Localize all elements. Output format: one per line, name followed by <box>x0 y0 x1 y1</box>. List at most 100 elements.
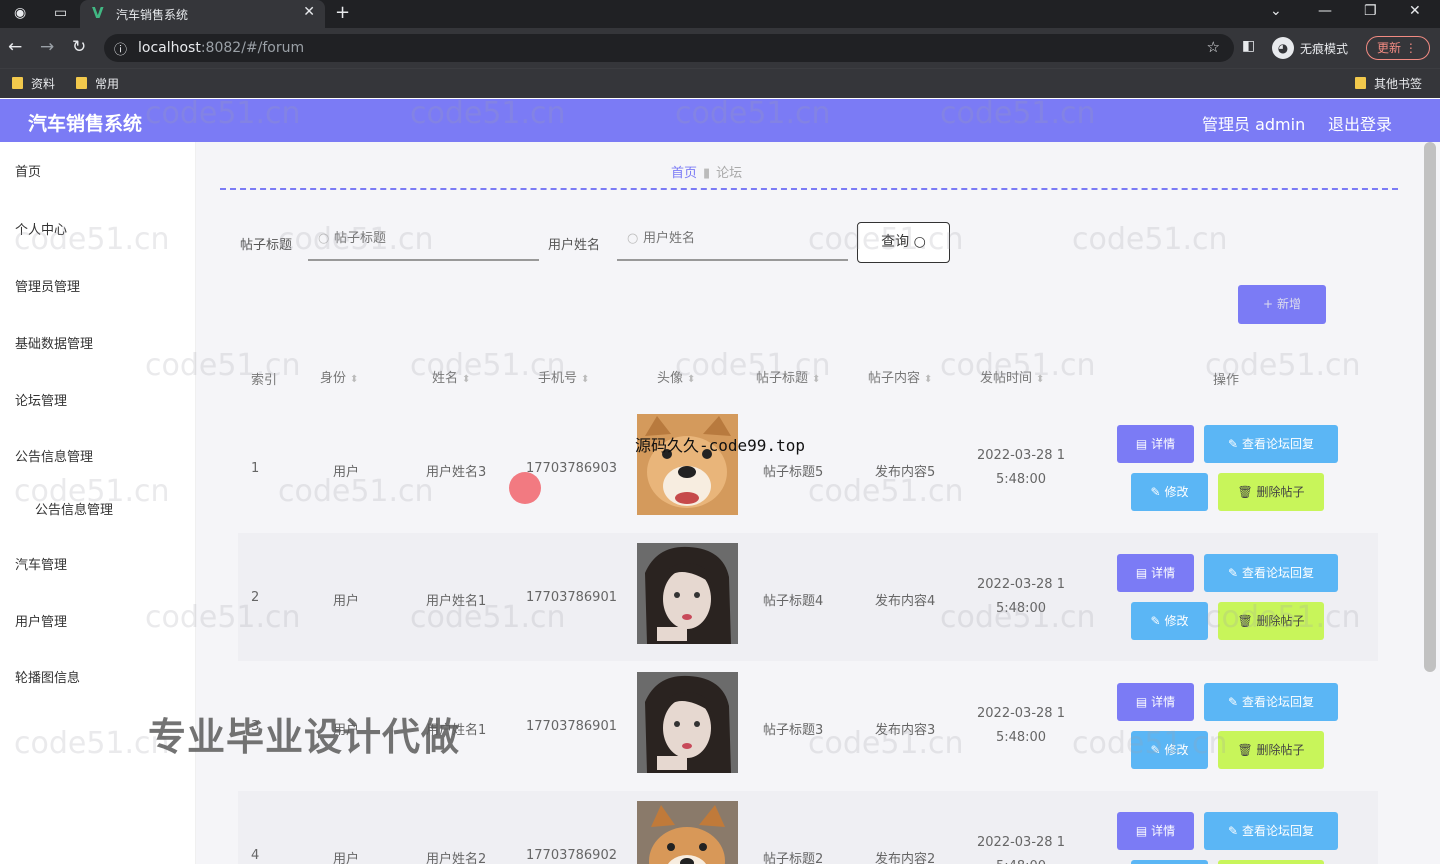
url-text[interactable]: localhost:8082/#/forum <box>138 40 304 56</box>
sort-icon[interactable]: ⬍ <box>812 374 820 385</box>
bookmark-folder[interactable]: 资料 <box>12 75 55 92</box>
side-panel-icon[interactable]: ◧ <box>1242 38 1255 54</box>
sort-icon[interactable]: ⬍ <box>1036 374 1044 385</box>
tab-close-icon[interactable]: ✕ <box>303 4 315 20</box>
tab-search-icon[interactable]: ▭ <box>54 5 67 21</box>
column-header-content[interactable]: 帖子内容 ⬍ <box>868 367 932 386</box>
sort-icon[interactable]: ⬍ <box>581 374 589 385</box>
sidebar-item-basic-data[interactable]: 基础数据管理 <box>15 333 93 352</box>
cell-role: 用户 <box>333 594 360 609</box>
cell-phone: 17703786902 <box>526 848 617 863</box>
table-row: 4 用户 用户姓名2 17703786902 帖子标题2 发布内容2 2022-… <box>238 791 1378 864</box>
delete-button[interactable]: 🗑 删除帖子 <box>1218 860 1324 864</box>
add-button[interactable]: + 新增 <box>1238 285 1326 324</box>
cell-time: 2022-03-28 15:48:00 <box>977 706 1065 745</box>
cell-title: 帖子标题5 <box>763 465 824 480</box>
breadcrumb-home[interactable]: 首页 <box>671 166 697 181</box>
cell-title: 帖子标题2 <box>763 852 824 864</box>
sort-icon[interactable]: ⬍ <box>924 374 932 385</box>
folder-icon <box>12 77 23 89</box>
window-close-icon[interactable]: ✕ <box>1409 3 1421 19</box>
scrollbar[interactable] <box>1424 142 1436 672</box>
view-replies-button[interactable]: ✎ 查看论坛回复 <box>1204 683 1338 721</box>
cell-role: 用户 <box>333 465 360 480</box>
view-replies-button[interactable]: ✎ 查看论坛回复 <box>1204 425 1338 463</box>
delete-button[interactable]: 🗑 删除帖子 <box>1218 473 1324 511</box>
document-icon: ▤ <box>1135 824 1148 838</box>
edit-button[interactable]: ✎ 修改 <box>1131 473 1208 511</box>
avatar <box>637 543 738 644</box>
detail-button[interactable]: ▤ 详情 <box>1117 812 1194 850</box>
forward-icon[interactable]: → <box>40 37 54 57</box>
back-icon[interactable]: ← <box>8 37 22 57</box>
update-button[interactable]: 更新 ⋮ <box>1366 36 1430 60</box>
other-bookmarks[interactable]: 其他书签 <box>1355 75 1422 92</box>
cell-name: 用户姓名1 <box>426 594 487 609</box>
divider <box>220 188 1398 190</box>
cell-phone: 17703786903 <box>526 461 617 476</box>
detail-button[interactable]: ▤ 详情 <box>1117 683 1194 721</box>
address-bar[interactable]: ⓘ localhost:8082/#/forum ☆ <box>104 34 1234 62</box>
query-button[interactable]: 查询 ○ <box>857 222 950 263</box>
title-filter-label: 帖子标题 <box>240 238 293 253</box>
delete-button[interactable]: 🗑 删除帖子 <box>1218 731 1324 769</box>
column-header-avatar[interactable]: 头像 ⬍ <box>657 367 695 386</box>
folder-icon <box>1355 77 1366 89</box>
column-header-name[interactable]: 姓名 ⬍ <box>432 367 470 386</box>
sidebar-item-carousel[interactable]: 轮播图信息 <box>15 667 80 686</box>
browser-menu-icon[interactable]: ◉ <box>14 5 26 21</box>
sidebar-item-home[interactable]: 首页 <box>15 161 41 180</box>
detail-button[interactable]: ▤ 详情 <box>1117 554 1194 592</box>
detail-button[interactable]: ▤ 详情 <box>1117 425 1194 463</box>
view-replies-button[interactable]: ✎ 查看论坛回复 <box>1204 812 1338 850</box>
restore-icon[interactable]: ❐ <box>1364 3 1377 19</box>
column-header-time[interactable]: 发帖时间 ⬍ <box>980 367 1044 386</box>
edit-icon: ✎ <box>1150 743 1161 757</box>
incognito-icon[interactable]: ◕ <box>1272 37 1294 59</box>
trash-icon: 🗑 <box>1237 743 1253 757</box>
cell-index: 4 <box>251 848 260 863</box>
logout-button[interactable]: 退出登录 <box>1328 111 1392 135</box>
cell-name: 用户姓名2 <box>426 852 487 864</box>
sort-icon[interactable]: ⬍ <box>687 374 695 385</box>
sidebar-item-users[interactable]: 用户管理 <box>15 611 67 630</box>
sort-icon[interactable]: ⬍ <box>350 374 358 385</box>
column-header-actions: 操作 <box>1213 373 1240 388</box>
name-search-input[interactable] <box>643 231 833 246</box>
cell-content: 发布内容4 <box>875 594 936 609</box>
app-header: 汽车销售系统 管理员 admin 退出登录 <box>0 99 1440 142</box>
table-row: 1 用户 用户姓名3 17703786903 帖子标题5 发布内容5 2022-… <box>238 404 1378 532</box>
column-header-phone[interactable]: 手机号 ⬍ <box>538 367 589 386</box>
sidebar-item-notices[interactable]: 公告信息管理 <box>15 446 93 465</box>
admin-label: 管理员 admin <box>1202 115 1306 134</box>
sidebar-item-forum[interactable]: 论坛管理 <box>15 390 67 409</box>
edit-button[interactable]: ✎ 修改 <box>1131 602 1208 640</box>
sidebar-subitem-notices[interactable]: 公告信息管理 <box>35 499 113 518</box>
edit-button[interactable]: ✎ 修改 <box>1131 860 1208 864</box>
edit-icon: ✎ <box>1228 437 1239 451</box>
edit-button[interactable]: ✎ 修改 <box>1131 731 1208 769</box>
view-replies-button[interactable]: ✎ 查看论坛回复 <box>1204 554 1338 592</box>
minimize-icon[interactable]: — <box>1318 3 1332 19</box>
document-icon: ▤ <box>1135 566 1148 580</box>
site-info-icon[interactable]: ⓘ <box>114 39 127 58</box>
tab-list-icon[interactable]: ⌄ <box>1270 3 1282 19</box>
reload-icon[interactable]: ↻ <box>72 37 86 57</box>
sidebar-item-admins[interactable]: 管理员管理 <box>15 276 80 295</box>
avatar <box>637 801 738 864</box>
sidebar-item-cars[interactable]: 汽车管理 <box>15 554 67 573</box>
cell-content: 发布内容3 <box>875 723 936 738</box>
column-header-role[interactable]: 身份 ⬍ <box>320 367 358 386</box>
title-search-input[interactable] <box>334 231 524 246</box>
bookmark-folder[interactable]: 常用 <box>76 75 119 92</box>
new-tab-icon[interactable]: + <box>335 2 350 23</box>
bookmarks-bar: 资料 常用 其他书签 <box>0 68 1440 98</box>
bookmark-star-icon[interactable]: ☆ <box>1207 38 1220 56</box>
browser-tab[interactable]: V 汽车销售系统 ✕ <box>80 0 325 28</box>
sidebar-item-profile[interactable]: 个人中心 <box>15 219 67 238</box>
column-header-title[interactable]: 帖子标题 ⬍ <box>756 367 820 386</box>
delete-button[interactable]: 🗑 删除帖子 <box>1218 602 1324 640</box>
cell-phone: 17703786901 <box>526 590 617 605</box>
sort-icon[interactable]: ⬍ <box>462 374 470 385</box>
cell-role: 用户 <box>333 852 360 864</box>
